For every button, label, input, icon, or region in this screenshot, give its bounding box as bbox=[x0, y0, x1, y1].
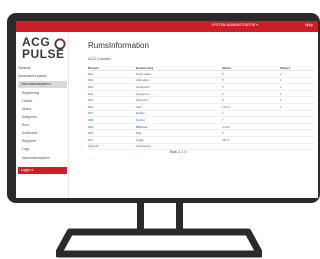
help-link[interactable]: Hjälp bbox=[305, 23, 313, 27]
cell-status: 12:23 bbox=[222, 103, 280, 111]
logout-button[interactable]: Logga ut bbox=[18, 167, 67, 174]
cell-description[interactable]: Pausrum bbox=[136, 96, 222, 104]
cell-status: 5 bbox=[222, 129, 280, 137]
pagination: Sida: 1 2 3 › bbox=[170, 150, 188, 154]
cell-status: 5 bbox=[222, 77, 280, 85]
table-row[interactable]: 002 Lilla salen 5 1 bbox=[88, 77, 314, 85]
cell-seats bbox=[280, 110, 314, 118]
cell-status: 4:125 bbox=[222, 123, 280, 131]
cell-room[interactable]: 011 bbox=[88, 136, 136, 144]
cell-description[interactable]: Lilla salen bbox=[136, 77, 222, 85]
cell-seats bbox=[280, 123, 314, 131]
sidebar-item-start[interactable]: Startsida bbox=[18, 66, 67, 70]
table-row[interactable]: 003 Konferens 5 1 bbox=[88, 83, 314, 91]
table-row[interactable]: 005 Pausrum 5 1 bbox=[88, 96, 314, 104]
cell-description[interactable]: Grupprum bbox=[136, 90, 222, 98]
table-row[interactable]: 001 Stora salen 5 1 bbox=[88, 70, 314, 78]
cell-seats: 1 bbox=[280, 96, 314, 104]
cell-seats: 1 bbox=[280, 83, 314, 91]
sidebar-item-info[interactable]: Informationssystem bbox=[22, 156, 71, 160]
cell-room[interactable]: 006 bbox=[88, 103, 136, 111]
cell-status: 48:17 bbox=[222, 136, 280, 144]
cell-status bbox=[222, 143, 280, 151]
cell-description[interactable]: Studio bbox=[136, 110, 222, 118]
cell-seats bbox=[280, 136, 314, 144]
main-content: RumsInformation ACG Lokaler Rumsnr Beskr… bbox=[70, 32, 318, 198]
user-menu[interactable]: SYSTEM ADMINISTRATOR ▾ bbox=[211, 23, 258, 27]
sidebar-item-categories[interactable]: Kategorier bbox=[22, 115, 71, 119]
table-row[interactable]: 011 Foajé 48:17 bbox=[88, 136, 314, 144]
cell-status: 1 bbox=[222, 110, 280, 118]
cell-room[interactable]: 007 bbox=[88, 110, 136, 118]
cell-seats: 1 bbox=[280, 70, 314, 78]
cell-description[interactable]: Bibliotek bbox=[136, 123, 222, 131]
table-row[interactable]: 008 Kontor 7 bbox=[88, 116, 314, 124]
sidebar-item-reports[interactable]: Rapporter bbox=[22, 139, 71, 143]
page-title: RumsInformation bbox=[88, 41, 149, 50]
sidebar-item-locations[interactable]: Lokaler bbox=[22, 99, 71, 103]
sidebar-item-rooms[interactable]: Rum bbox=[22, 123, 71, 127]
cell-description[interactable]: Kök bbox=[136, 129, 222, 137]
table-row[interactable]: Lägg till Anteckning bbox=[88, 143, 314, 151]
cell-description[interactable]: Konferens bbox=[136, 83, 222, 91]
cell-status: 5 bbox=[222, 90, 280, 98]
cell-status: 5 bbox=[222, 96, 280, 104]
pagination-pages[interactable]: 2 3 › bbox=[181, 150, 188, 154]
cell-description[interactable]: Stora salen bbox=[136, 70, 222, 78]
sidebar-item-status[interactable]: Status bbox=[22, 107, 71, 111]
sidebar-item-users[interactable]: Användare bbox=[22, 131, 71, 135]
cell-room[interactable]: 005 bbox=[88, 96, 136, 104]
logo-mark-icon bbox=[54, 38, 66, 50]
sidebar-item-log[interactable]: Logg bbox=[22, 147, 71, 151]
cell-seats: 1 bbox=[280, 103, 314, 111]
sidebar-item-admin[interactable]: Administrera system bbox=[18, 74, 67, 78]
logo: ACG PULSE bbox=[22, 35, 66, 61]
cell-description[interactable]: Foajé bbox=[136, 136, 222, 144]
cell-seats bbox=[280, 116, 314, 124]
cell-status: 5 bbox=[222, 70, 280, 78]
cell-description[interactable]: Kontor bbox=[136, 116, 222, 124]
cell-room[interactable]: 003 bbox=[88, 83, 136, 91]
rooms-table: Rumsnr Beskrivning Status Platser 001 Sto… bbox=[88, 65, 314, 151]
sidebar-item-registration[interactable]: Registrering bbox=[22, 91, 71, 95]
cell-room[interactable]: 008 bbox=[88, 116, 136, 124]
cell-room[interactable]: 010 bbox=[88, 129, 136, 137]
table-row[interactable]: 006 Lab 12:23 1 bbox=[88, 103, 314, 111]
screen: SYSTEM ADMINISTRATOR ▾ Hjälp ACG PULSE S… bbox=[16, 21, 318, 198]
cell-description[interactable]: Anteckning bbox=[136, 143, 222, 151]
sidebar-item-info-system[interactable]: Informationssystem ▾ bbox=[18, 81, 67, 88]
pagination-current[interactable]: 1 bbox=[178, 150, 180, 154]
cell-room[interactable]: 002 bbox=[88, 77, 136, 85]
add-room-link[interactable]: Lägg till bbox=[88, 143, 136, 151]
cell-room[interactable]: 001 bbox=[88, 70, 136, 78]
cell-seats: 1 bbox=[280, 77, 314, 85]
table-row[interactable]: 009 Bibliotek 4:125 bbox=[88, 123, 314, 131]
top-bar: SYSTEM ADMINISTRATOR ▾ Hjälp bbox=[16, 21, 318, 32]
table-row[interactable]: 007 Studio 1 bbox=[88, 110, 314, 118]
pagination-label: Sida: bbox=[170, 150, 178, 154]
cell-seats bbox=[280, 129, 314, 137]
cell-room[interactable]: 009 bbox=[88, 123, 136, 131]
cell-status: 7 bbox=[222, 116, 280, 124]
table-row[interactable]: 004 Grupprum 5 1 bbox=[88, 90, 314, 98]
table-row[interactable]: 010 Kök 5 bbox=[88, 129, 314, 137]
cell-description[interactable]: Lab bbox=[136, 103, 222, 111]
cell-status: 5 bbox=[222, 83, 280, 91]
monitor-stand-base bbox=[56, 228, 262, 258]
cell-room[interactable]: 004 bbox=[88, 90, 136, 98]
sidebar: ACG PULSE Startsida Administrera system … bbox=[16, 32, 69, 198]
cell-seats bbox=[280, 143, 314, 151]
cell-seats: 1 bbox=[280, 90, 314, 98]
page-subtitle: ACG Lokaler bbox=[88, 56, 111, 61]
